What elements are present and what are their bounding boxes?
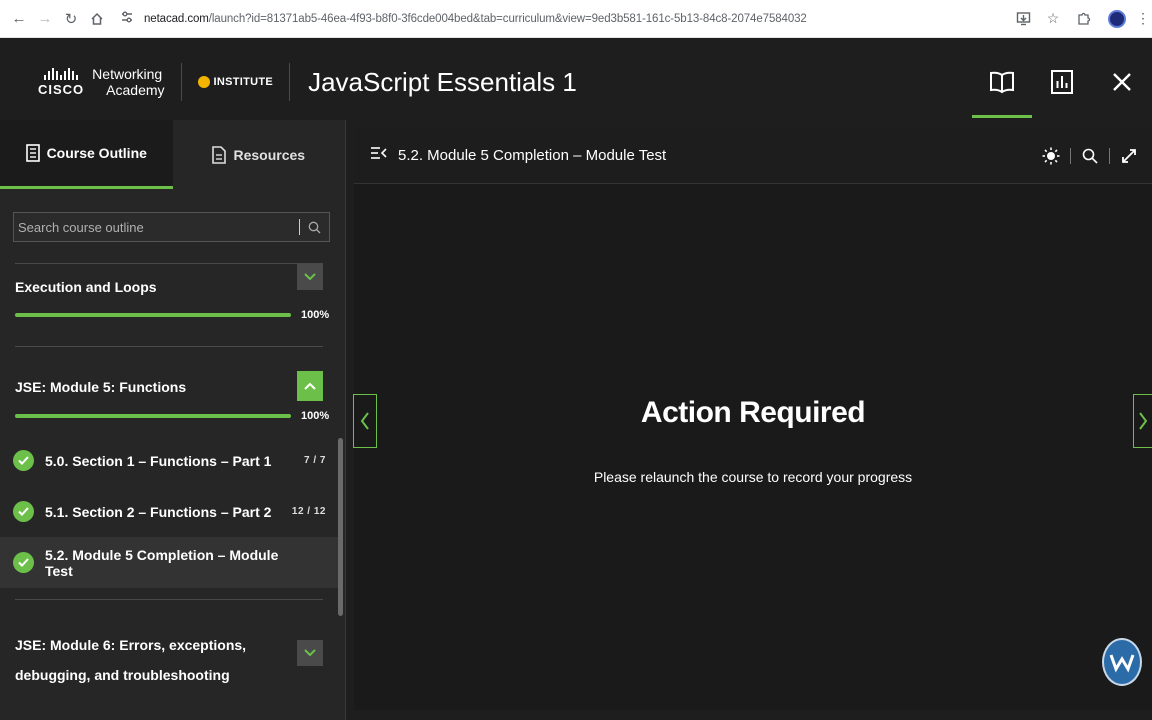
chevron-right-icon xyxy=(1139,412,1148,430)
course-content-button[interactable] xyxy=(972,44,1032,120)
module-item-module-6[interactable]: JSE: Module 6: Errors, exceptions, debug… xyxy=(15,599,323,709)
progress-percent: 100% xyxy=(301,309,330,321)
expand-module-button[interactable] xyxy=(297,640,323,666)
close-icon xyxy=(1113,73,1131,91)
lesson-item[interactable]: 5.0. Section 1 – Functions – Part 1 7 / … xyxy=(0,435,338,486)
progress-fill xyxy=(15,313,291,317)
lesson-item-current[interactable]: 5.2. Module 5 Completion – Module Test xyxy=(0,537,338,588)
tool-separator xyxy=(1070,147,1071,164)
progress-bar xyxy=(15,313,291,317)
cisco-logo-mark: CISCO xyxy=(38,67,85,97)
grades-button[interactable] xyxy=(1032,44,1092,120)
toggle-menu-icon[interactable] xyxy=(370,146,388,165)
completed-check-icon xyxy=(13,552,34,573)
action-required-message: Please relaunch the course to record you… xyxy=(593,469,913,485)
assistant-logo-icon xyxy=(1109,654,1135,673)
home-icon[interactable] xyxy=(86,8,108,30)
module-title: JSE: Module 6: Errors, exceptions, debug… xyxy=(15,630,246,690)
app-header: CISCO Networking Academy INSTITUTE JavaS… xyxy=(0,44,1152,120)
url-path: /launch?id=81371ab5-46ea-4f93-b8f0-3f6cd… xyxy=(208,12,807,25)
content-title: 5.2. Module 5 Completion – Module Test xyxy=(398,147,667,164)
open-book-icon xyxy=(990,71,1014,94)
url-host: netacad.com xyxy=(144,12,209,25)
cisco-wordmark: CISCO xyxy=(38,81,85,97)
header-divider xyxy=(180,63,182,101)
tab-course-outline[interactable]: Course Outline xyxy=(0,120,173,189)
search-separator xyxy=(299,219,300,235)
module-progress: 100% xyxy=(15,309,329,321)
module-title-line-1: JSE: Module 6: Errors, exceptions, xyxy=(15,637,247,653)
close-course-button[interactable] xyxy=(1092,44,1152,120)
sidebar-scrollbar[interactable] xyxy=(338,438,343,616)
course-title: JavaScript Essentials 1 xyxy=(308,66,577,97)
lesson-list: 5.0. Section 1 – Functions – Part 1 7 / … xyxy=(0,435,338,588)
lesson-title: 5.0. Section 1 – Functions – Part 1 xyxy=(45,452,272,469)
install-app-icon[interactable] xyxy=(1012,8,1034,30)
outline-document-icon xyxy=(25,144,40,162)
search-input[interactable] xyxy=(18,219,299,235)
networking-label: Networking xyxy=(92,66,163,82)
report-chart-icon xyxy=(1051,70,1073,94)
reload-icon[interactable]: ↻ xyxy=(60,8,82,30)
tab-resources[interactable]: Resources xyxy=(173,120,346,189)
outline-search xyxy=(13,212,330,242)
cisco-bars-icon xyxy=(44,67,79,80)
site-settings-icon[interactable] xyxy=(120,10,134,27)
module-title: JSE: Module 5: Functions xyxy=(15,379,187,395)
module-item-execution-loops[interactable]: Execution and Loops 100% xyxy=(15,263,329,346)
chevron-left-icon xyxy=(360,412,369,430)
lesson-item[interactable]: 5.1. Section 2 – Functions – Part 2 12 /… xyxy=(0,486,338,537)
theme-toggle-sun-icon[interactable] xyxy=(1040,145,1062,167)
previous-page-button[interactable] xyxy=(353,394,377,448)
progress-percent: 100% xyxy=(301,410,330,422)
forward-icon[interactable]: → xyxy=(34,8,56,30)
course-sidebar: Course Outline Resources Execution and L… xyxy=(0,120,346,720)
tab-course-outline-label: Course Outline xyxy=(46,145,147,161)
collapse-module-button[interactable] xyxy=(297,371,323,401)
institute-logo: INSTITUTE xyxy=(197,76,274,88)
assistant-widget-button[interactable] xyxy=(1102,638,1142,686)
academy-label: Academy xyxy=(106,82,165,98)
tool-separator xyxy=(1109,147,1110,164)
back-icon[interactable]: ← xyxy=(8,8,30,30)
chevron-down-icon xyxy=(304,273,316,281)
module-title-line-2: debugging, and troubleshooting xyxy=(15,667,230,683)
networking-academy-text: Networking Academy xyxy=(92,66,164,98)
progress-fill xyxy=(15,414,291,418)
progress-bar xyxy=(15,414,291,418)
module-title: Execution and Loops xyxy=(15,279,157,295)
extensions-icon[interactable] xyxy=(1072,8,1094,30)
action-required-heading: Action Required xyxy=(640,396,866,429)
module-item-module-5[interactable]: JSE: Module 5: Functions 100% xyxy=(15,346,329,435)
bookmark-star-icon[interactable]: ☆ xyxy=(1042,8,1064,30)
lesson-title: 5.1. Section 2 – Functions – Part 2 xyxy=(45,503,272,520)
browser-toolbar: ← → ↻ netacad.com/launch?id=81371ab5-46e… xyxy=(0,0,1152,38)
search-icon[interactable] xyxy=(308,221,321,234)
next-page-button[interactable] xyxy=(1133,394,1152,448)
browser-menu-icon[interactable]: ⋮ xyxy=(1136,10,1150,27)
completed-check-icon xyxy=(13,450,34,471)
content-toolbar: 5.2. Module 5 Completion – Module Test xyxy=(354,128,1152,184)
header-divider-2 xyxy=(289,63,291,101)
tab-resources-label: Resources xyxy=(233,146,306,163)
url-text: netacad.com/launch?id=81371ab5-46ea-4f93… xyxy=(144,13,807,25)
lesson-count: 12 / 12 xyxy=(291,506,326,517)
content-panel: 5.2. Module 5 Completion – Module Test A… xyxy=(354,128,1152,710)
course-outline-list: Execution and Loops 100% JSE: Module 5: … xyxy=(0,263,338,709)
expand-module-button[interactable] xyxy=(297,264,323,290)
resources-document-icon xyxy=(212,145,227,164)
institute-badge-icon xyxy=(197,76,210,88)
address-bar[interactable]: netacad.com/launch?id=81371ab5-46ea-4f93… xyxy=(120,4,1004,34)
lesson-count: 7 / 7 xyxy=(304,455,326,466)
lesson-title: 5.2. Module 5 Completion – Module Test xyxy=(45,546,279,579)
chevron-up-icon xyxy=(304,382,316,390)
institute-label: INSTITUTE xyxy=(213,76,274,88)
module-progress: 100% xyxy=(15,410,329,422)
chevron-down-icon xyxy=(304,649,316,657)
profile-avatar[interactable] xyxy=(1108,9,1126,28)
completed-check-icon xyxy=(13,501,34,522)
fullscreen-icon[interactable] xyxy=(1118,145,1140,167)
search-content-icon[interactable] xyxy=(1079,145,1101,167)
cisco-networking-academy-logo[interactable]: CISCO Networking Academy xyxy=(38,66,165,98)
